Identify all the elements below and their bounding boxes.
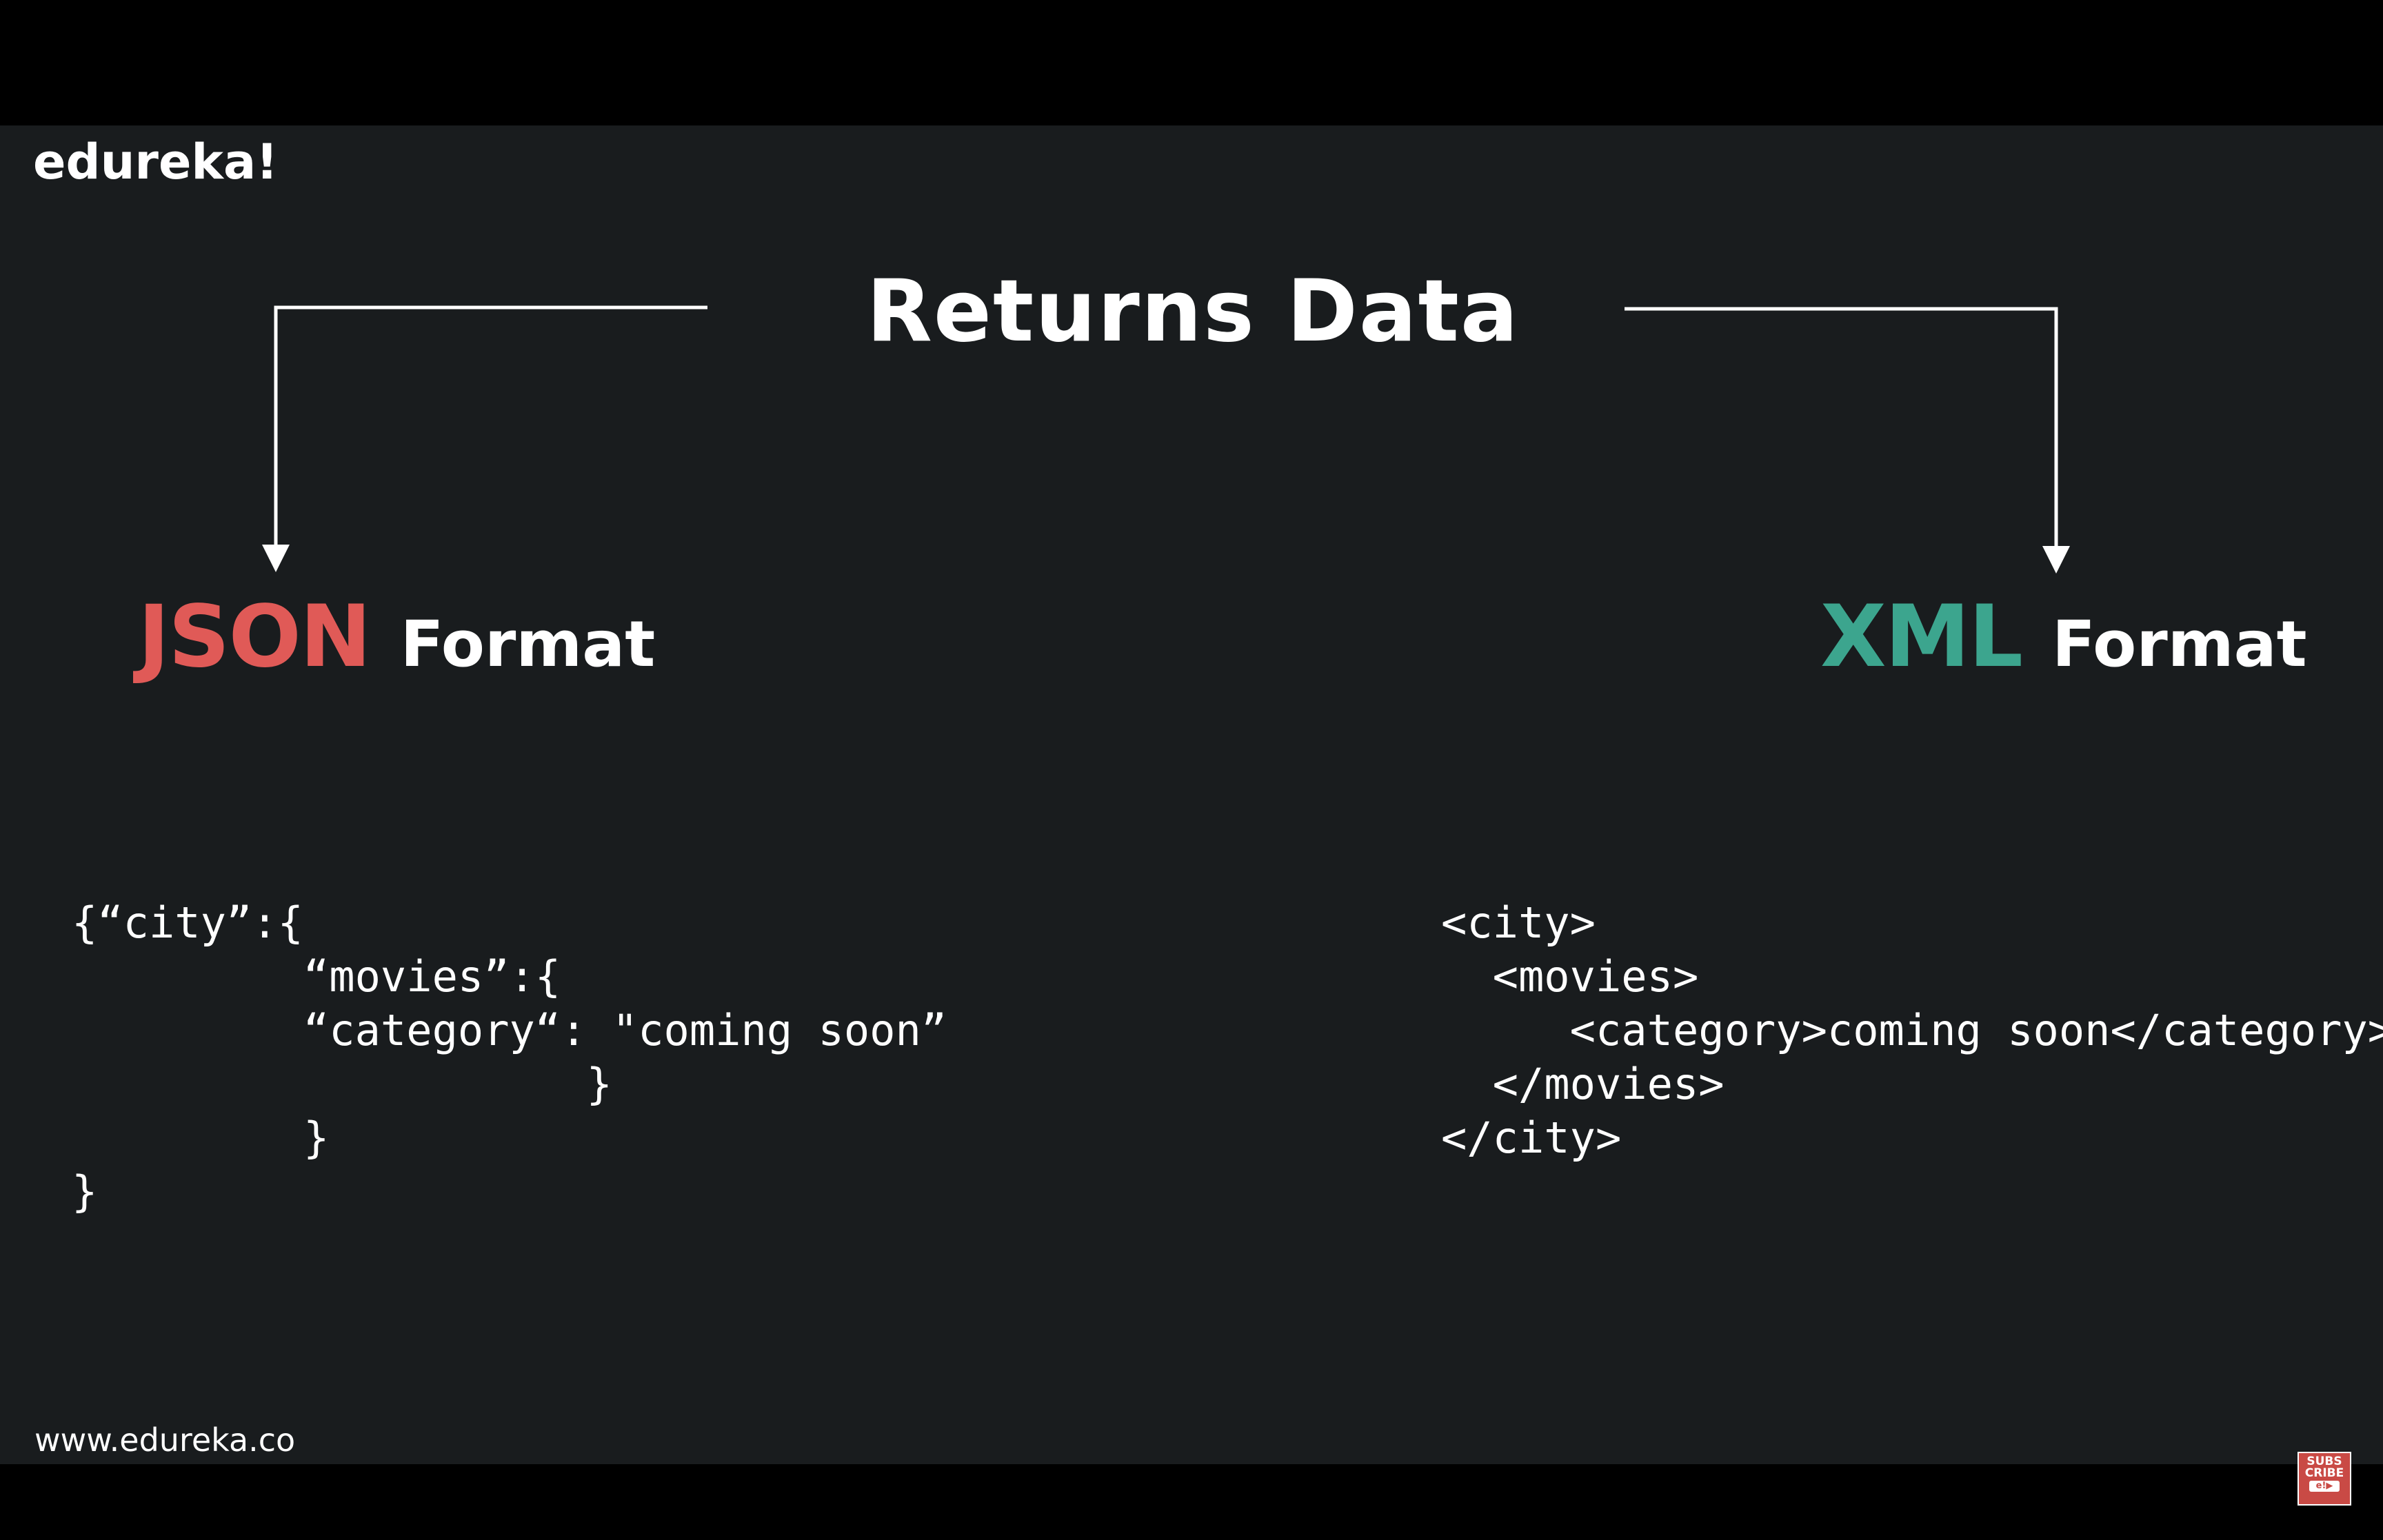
code-line: <category>coming soon</category> <box>1441 1005 2383 1055</box>
left-connector-arrow <box>262 305 707 572</box>
code-line: } <box>72 1113 330 1163</box>
code-line: </city> <box>1441 1113 1622 1163</box>
website-url: www.edureka.co <box>34 1421 296 1459</box>
letterbox-bottom <box>0 1464 2383 1540</box>
code-line: “movies”:{ <box>72 951 561 1002</box>
code-line: } <box>72 1059 612 1109</box>
subscribe-badge-line: CRIBE <box>2304 1466 2344 1480</box>
right-connector-arrow <box>1625 307 2070 574</box>
xml-code-block: <city> <movies> <category>coming soon</c… <box>1441 896 2383 1165</box>
json-format-word: Format <box>400 607 656 681</box>
json-format-heading: JSON Format <box>138 587 655 687</box>
xml-accent-label: XML <box>1820 587 2023 687</box>
code-line: </movies> <box>1441 1059 1725 1109</box>
connector-arrows <box>262 305 2070 574</box>
code-line: <movies> <box>1441 951 1699 1002</box>
code-line: “category“: "coming soon” <box>72 1005 947 1055</box>
code-line: } <box>72 1166 98 1217</box>
code-line: {“city”:{ <box>72 898 303 948</box>
json-code-block: {“city”:{ “movies”:{ “category“: "coming… <box>72 896 947 1219</box>
xml-format-heading: XML Format <box>1820 587 2307 687</box>
code-line: <city> <box>1441 898 1596 948</box>
json-accent-label: JSON <box>138 587 372 687</box>
subscribe-badge-logo: e!▶ <box>2309 1481 2340 1492</box>
subscribe-badge[interactable]: SUBS CRIBE e!▶ <box>2297 1452 2351 1506</box>
xml-format-word: Format <box>2052 607 2307 681</box>
